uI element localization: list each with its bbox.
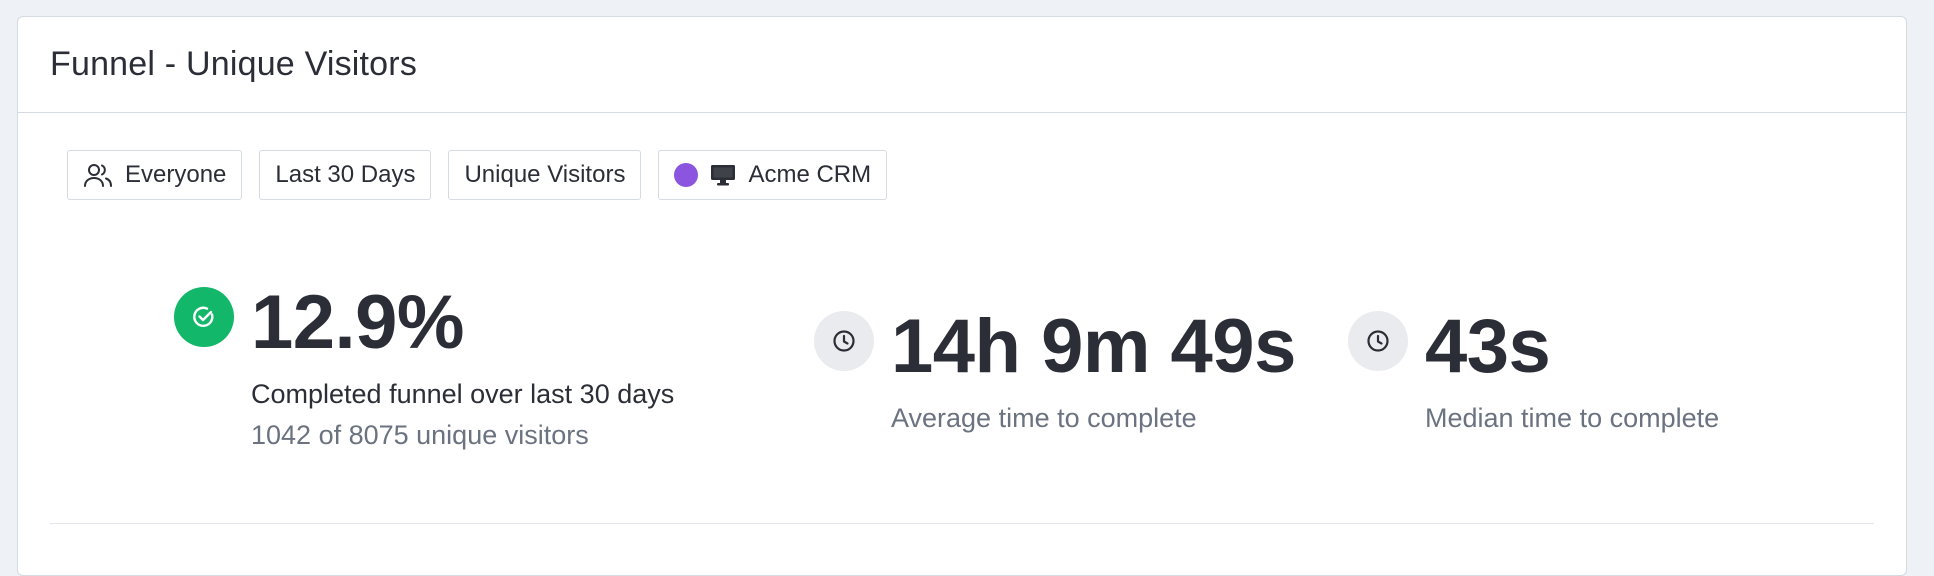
filter-app-label: Acme CRM xyxy=(748,161,872,188)
completion-rate-subtext: 1042 of 8075 unique visitors xyxy=(251,420,589,450)
filter-bar: Everyone Last 30 Days Unique Visitors Ac… xyxy=(67,150,888,200)
check-circle-icon xyxy=(174,287,234,347)
filter-date-range-button[interactable]: Last 30 Days xyxy=(259,150,432,200)
monitor-icon xyxy=(710,163,736,187)
filter-audience-label: Everyone xyxy=(125,161,227,188)
filter-app-button[interactable]: Acme CRM xyxy=(658,150,888,200)
section-divider xyxy=(50,523,1874,524)
stat-average-time: 14h 9m 49s Average time to complete xyxy=(814,309,1296,434)
median-time-value: 43s xyxy=(1425,304,1551,389)
filter-audience-button[interactable]: Everyone xyxy=(67,150,243,200)
app-color-dot xyxy=(674,163,699,187)
stat-median-time: 43s Median time to complete xyxy=(1348,309,1719,434)
completion-rate-label: Completed funnel over last 30 days xyxy=(251,379,675,409)
card-header: Funnel - Unique Visitors xyxy=(18,17,1906,113)
stat-completion: 12.9% Completed funnel over last 30 days… xyxy=(174,285,674,451)
stat-median-body: 43s Median time to complete xyxy=(1425,309,1719,434)
users-icon xyxy=(83,162,113,188)
median-time-label: Median time to complete xyxy=(1425,403,1720,433)
clock-icon xyxy=(814,311,874,371)
filter-metric-label: Unique Visitors xyxy=(464,161,626,188)
average-time-value: 14h 9m 49s xyxy=(891,304,1296,389)
filter-date-range-label: Last 30 Days xyxy=(275,161,416,188)
completion-rate-value: 12.9% xyxy=(251,280,465,365)
stat-completion-body: 12.9% Completed funnel over last 30 days… xyxy=(251,285,674,451)
stat-average-body: 14h 9m 49s Average time to complete xyxy=(891,309,1296,434)
filter-metric-button[interactable]: Unique Visitors xyxy=(448,150,642,200)
card-title: Funnel - Unique Visitors xyxy=(50,45,418,83)
clock-icon xyxy=(1348,311,1408,371)
funnel-card: Funnel - Unique Visitors Everyone Last 3… xyxy=(17,16,1907,576)
average-time-label: Average time to complete xyxy=(891,403,1197,433)
